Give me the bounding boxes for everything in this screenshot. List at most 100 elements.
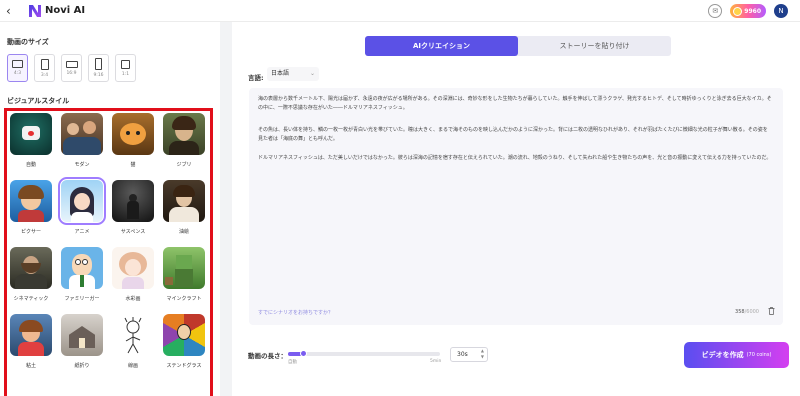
slider-max-label: 5min (430, 359, 442, 364)
create-video-button[interactable]: ビデオを作成 (70 coins) (684, 342, 789, 368)
top-bar: ‹ Novi AI ✉ 9960 N (0, 0, 800, 22)
body-shape (63, 137, 101, 155)
hair-shape (18, 185, 44, 199)
count-max: /6000 (744, 309, 759, 315)
duration-stepper[interactable]: 30s ▲ ▼ (450, 347, 488, 362)
style-watercolor[interactable]: 水彩画 (112, 247, 154, 314)
size-option-9-16[interactable]: 9:16 (88, 54, 109, 82)
style-name: 油絵 (178, 229, 189, 235)
landscape-icon (12, 60, 23, 68)
style-paper-fold[interactable]: 紙折り (61, 314, 103, 381)
record-dot (28, 131, 34, 136)
block-head (176, 255, 192, 269)
story-paragraph: ドルマリアネスフィッシュは、ただ美しいだけではなかった。彼らは深海の記憶を宿す存… (258, 155, 772, 161)
eye-shape (82, 259, 88, 265)
style-pixar[interactable]: ピクサー (10, 180, 52, 247)
style-name: マインクラフト (166, 296, 202, 302)
mode-tabs: AIクリエイション ストーリーを貼り付け (365, 36, 671, 56)
stepper-arrows-icon[interactable]: ▲ ▼ (481, 348, 484, 360)
size-option-3-4[interactable]: 3:4 (34, 54, 55, 82)
existing-script-link[interactable]: すでにシナリオをお持ちですか？ (258, 309, 333, 316)
figure-body (127, 201, 139, 219)
style-minecraft[interactable]: マインクラフト (163, 247, 205, 314)
style-name: モダン (74, 162, 90, 168)
style-line-art[interactable]: 線画 (112, 314, 154, 381)
body-shape (169, 141, 199, 155)
style-thumbnail (61, 113, 103, 155)
character-count: 358/6000 (735, 309, 759, 315)
style-name: ジブリ (176, 162, 192, 168)
style-thumbnail (112, 314, 154, 356)
message-icon[interactable]: ✉ (708, 4, 723, 18)
style-family-guy[interactable]: ファミリーガー (61, 247, 103, 314)
size-option-16-9[interactable]: 16:9 (61, 54, 82, 82)
style-cat[interactable]: 猫 (112, 113, 154, 180)
style-name: サスペンス (120, 229, 146, 235)
video-length-slider[interactable] (288, 350, 440, 357)
style-ghibli[interactable]: ジブリ (163, 113, 205, 180)
style-name: 水彩画 (125, 296, 141, 302)
style-name: 線画 (127, 363, 138, 369)
face-shape (177, 324, 191, 340)
style-thumbnail (10, 247, 52, 289)
style-name: 粘土 (25, 363, 36, 369)
style-thumbnail (10, 314, 52, 356)
trash-icon[interactable] (768, 307, 775, 315)
hair-shape (19, 320, 43, 332)
app-title: Novi AI (45, 5, 86, 16)
style-suspense[interactable]: サスペンス (112, 180, 154, 247)
style-name: アニメ (74, 229, 90, 235)
hair-shape (172, 116, 196, 130)
cat-eye (126, 131, 130, 135)
hair-shape (173, 185, 195, 197)
style-name: シネマティック (13, 296, 49, 302)
face-shape (125, 259, 141, 276)
style-auto[interactable]: 自動 (10, 113, 52, 180)
language-label: 言語: (248, 74, 264, 82)
tab-ai-creation[interactable]: AIクリエイション (365, 36, 518, 56)
back-icon[interactable]: ‹ (6, 3, 11, 19)
avatar[interactable]: N (774, 4, 788, 18)
body-shape (18, 210, 44, 222)
portrait-icon (40, 58, 49, 70)
style-anime[interactable]: アニメ (58, 177, 106, 247)
style-modern[interactable]: モダン (61, 113, 103, 180)
face-shape (67, 123, 79, 135)
widescreen-icon (65, 60, 78, 68)
create-video-label: ビデオを作成 (701, 351, 744, 359)
square-icon (121, 59, 130, 69)
cat-eye (136, 131, 140, 135)
style-thumbnail (112, 247, 154, 289)
slider-min-label: 自動 (288, 360, 297, 365)
credits-badge[interactable]: 9960 (730, 4, 766, 18)
style-thumbnail (61, 314, 103, 356)
door-shape (79, 338, 85, 348)
style-clay[interactable]: 粘土 (10, 314, 52, 381)
slider-handle[interactable] (300, 350, 307, 357)
duration-value: 30s (457, 351, 468, 358)
language-select[interactable]: 日本語 ⌄ (267, 67, 319, 81)
size-option-1-1[interactable]: 1:1 (115, 54, 136, 82)
style-thumbnail (163, 314, 205, 356)
style-thumbnail (112, 180, 154, 222)
header-actions: ✉ 9960 N (708, 2, 788, 20)
tab-paste-story[interactable]: ストーリーを貼り付け (518, 36, 671, 56)
video-length-label: 動画の長さ： (248, 352, 287, 360)
size-option-4-3[interactable]: 4:3 (7, 54, 28, 82)
eye-shape (75, 259, 81, 265)
style-thumbnail (163, 247, 205, 289)
block (165, 277, 173, 285)
style-oil-painting[interactable]: 油絵 (163, 180, 205, 247)
size-label: 4:3 (13, 71, 22, 76)
style-name: 紙折り (74, 363, 90, 369)
body-shape (15, 274, 47, 289)
style-thumbnail (163, 113, 205, 155)
settings-panel: 動画のサイズ 4:3 3:4 16:9 9:16 1:1 ビジュアルスタイル 自… (0, 22, 220, 396)
story-paragraph: 海の表層から数千メートル下、陽光は届かず、永遠の夜が広がる場所がある。その深淵に… (258, 96, 772, 111)
story-textarea[interactable]: 海の表層から数千メートル下、陽光は届かず、永遠の夜が広がる場所がある。その深淵に… (249, 88, 783, 325)
story-paragraph: その魚は、長い体を持ち、鱗の一枚一枚が青白い光を帯びていた。瞳は大きく、まるで海… (258, 127, 768, 142)
line-drawing-icon (124, 317, 142, 354)
style-stained-glass[interactable]: ステンドグラス (163, 314, 205, 381)
style-cinematic[interactable]: シネマティック (10, 247, 52, 314)
style-name: ピクサー (20, 229, 41, 235)
